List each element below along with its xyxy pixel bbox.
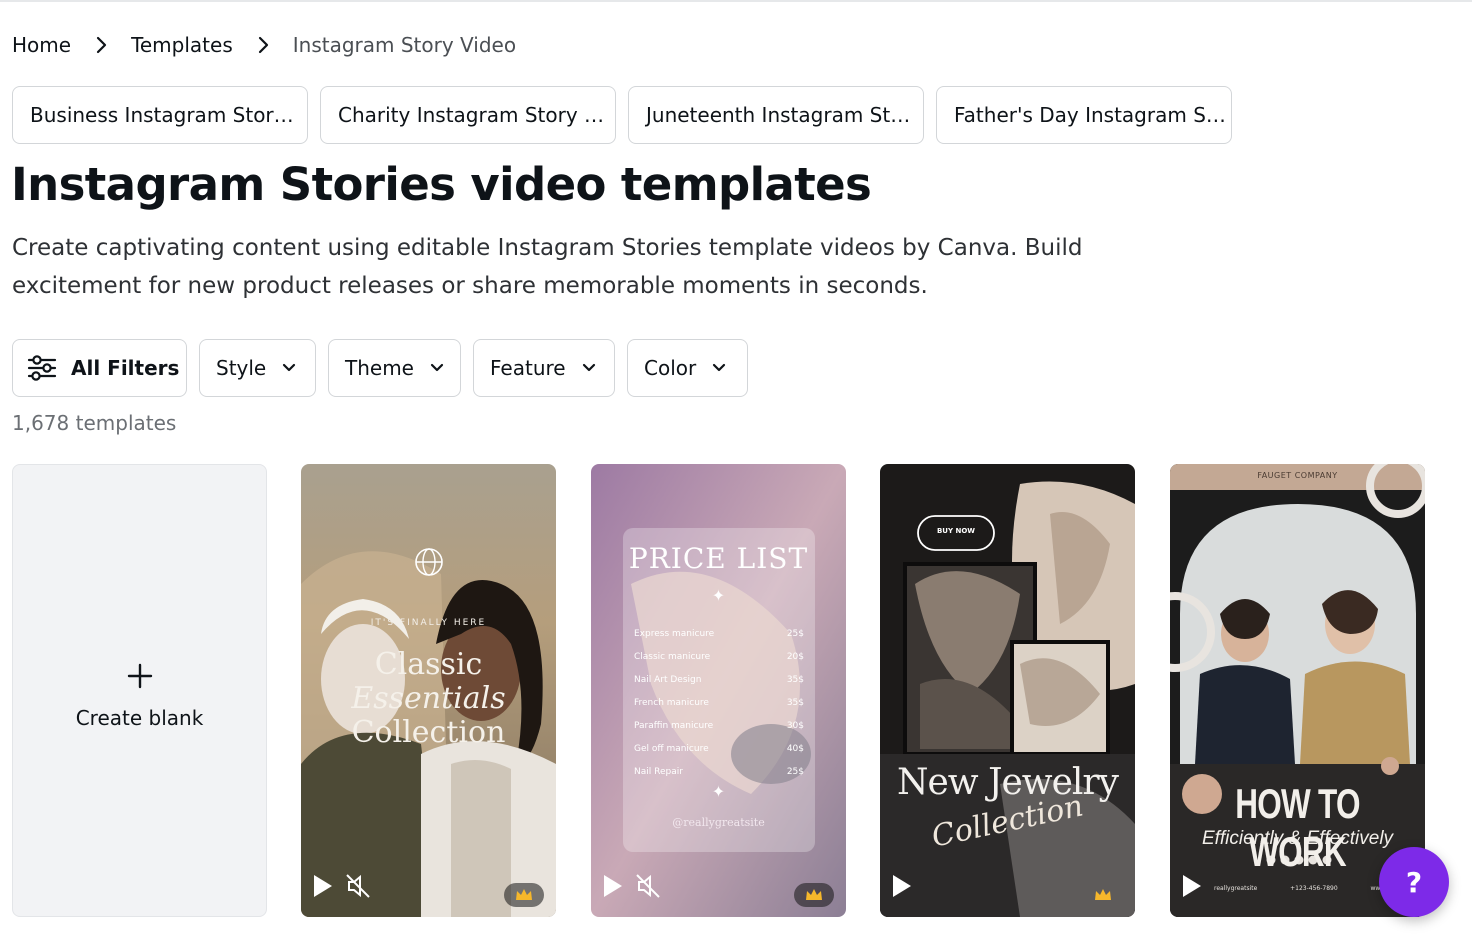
help-button[interactable]: ? — [1379, 847, 1449, 917]
price-list-row: Nail Repair 25$ — [634, 760, 804, 783]
template-heading: PRICE LIST — [628, 542, 809, 575]
footer-phone: +123-456-7890 — [1290, 885, 1338, 892]
price-item-name: Nail Repair — [634, 766, 683, 777]
chevron-right-icon — [233, 36, 293, 54]
price-list-row: Paraffin manicure 30$ — [634, 714, 804, 737]
footer-website: reallygreatsite — [1214, 885, 1258, 892]
chevron-down-icon — [712, 363, 726, 373]
mute-icon[interactable] — [635, 873, 661, 903]
play-icon[interactable] — [601, 873, 625, 903]
price-item-name: Paraffin manicure — [634, 720, 714, 731]
create-blank-label: Create blank — [75, 705, 204, 730]
price-list-row: Gel off manicure 40$ — [634, 737, 804, 760]
premium-crown-icon — [504, 883, 544, 907]
sparkle-icon: ✦ — [711, 782, 726, 801]
play-icon[interactable] — [890, 873, 914, 903]
breadcrumb-templates[interactable]: Templates — [131, 33, 233, 57]
price-item-name: French manicure — [634, 697, 709, 708]
related-chip[interactable]: Charity Instagram Story … — [320, 86, 616, 144]
price-item-name: Gel off manicure — [634, 743, 709, 754]
style-dropdown-label: Style — [216, 356, 267, 380]
theme-dropdown-label: Theme — [345, 356, 414, 380]
price-list-row: French manicure 35$ — [634, 691, 804, 714]
template-title-line: Essentials — [351, 681, 506, 716]
top-divider — [0, 0, 1472, 2]
price-item-price: 40$ — [786, 743, 804, 754]
price-item-name: Express manicure — [634, 628, 715, 639]
color-dropdown-label: Color — [644, 356, 697, 380]
template-company: FAUGET COMPANY — [1257, 471, 1338, 480]
page-title: Instagram Stories video templates — [11, 158, 872, 211]
template-title-line: Classic — [374, 647, 483, 682]
price-list: Express manicure 25$ Classic manicure 20$ Na… — [634, 622, 804, 783]
color-dropdown[interactable]: Color — [627, 339, 748, 397]
template-handle: @reallygreatsite — [672, 816, 765, 829]
related-chip[interactable]: Juneteenth Instagram St… — [628, 86, 924, 144]
template-title-line: Collection — [351, 715, 506, 750]
mute-icon[interactable] — [345, 873, 371, 903]
related-searches: Business Instagram Stor… Charity Instagr… — [12, 86, 1232, 144]
premium-crown-icon — [1083, 883, 1123, 907]
theme-dropdown[interactable]: Theme — [328, 339, 461, 397]
sparkle-icon: ✦ — [711, 586, 726, 605]
sliders-icon — [27, 355, 57, 381]
price-item-price: 20$ — [786, 651, 804, 662]
feature-dropdown[interactable]: Feature — [473, 339, 615, 397]
style-dropdown[interactable]: Style — [199, 339, 316, 397]
price-item-price: 30$ — [786, 720, 804, 731]
price-item-price: 35$ — [786, 697, 804, 708]
template-card[interactable]: FAUGET COMPANY HOW TO WORK Efficiently &… — [1170, 464, 1425, 917]
chevron-down-icon — [430, 363, 444, 373]
template-title: Classic Essentials Collection — [301, 648, 556, 750]
buy-now-label: BUY NOW — [936, 527, 976, 535]
template-kicker: IT'S FINALLY HERE — [370, 618, 487, 628]
template-card[interactable]: PRICE LIST ✦ Express manicure 25$ Classic … — [591, 464, 846, 917]
template-subtitle: Efficiently & Effectively — [1201, 828, 1394, 849]
price-item-price: 25$ — [786, 628, 804, 639]
chevron-down-icon — [582, 363, 596, 373]
price-item-name: Nail Art Design — [634, 674, 702, 685]
filter-bar: All Filters Style Theme Feature Color — [12, 339, 748, 397]
all-filters-label: All Filters — [71, 356, 180, 380]
chevron-right-icon — [71, 36, 131, 54]
price-list-row: Nail Art Design 35$ — [634, 668, 804, 691]
breadcrumb-home[interactable]: Home — [12, 33, 71, 57]
related-chip[interactable]: Business Instagram Stor… — [12, 86, 308, 144]
price-list-row: Classic manicure 20$ — [634, 645, 804, 668]
price-item-price: 35$ — [786, 674, 804, 685]
feature-dropdown-label: Feature — [490, 356, 566, 380]
results-count: 1,678 templates — [12, 411, 177, 435]
price-item-name: Classic manicure — [634, 651, 711, 662]
premium-crown-icon — [794, 883, 834, 907]
template-card[interactable]: IT'S FINALLY HERE Classic Essentials Col… — [301, 464, 556, 917]
breadcrumb: Home Templates Instagram Story Video — [12, 30, 516, 60]
play-icon[interactable] — [1180, 873, 1204, 903]
all-filters-button[interactable]: All Filters — [12, 339, 187, 397]
page-description: Create captivating content using editabl… — [12, 235, 1083, 299]
breadcrumb-current: Instagram Story Video — [292, 33, 517, 57]
chevron-down-icon — [282, 363, 296, 373]
related-chip[interactable]: Father's Day Instagram S… — [936, 86, 1232, 144]
price-list-row: Express manicure 25$ — [634, 622, 804, 645]
create-blank-card[interactable]: Create blank — [12, 464, 267, 917]
play-icon[interactable] — [311, 873, 335, 903]
price-item-price: 25$ — [786, 766, 804, 777]
template-card[interactable]: BUY NOW New Jewelry Collection — [880, 464, 1135, 917]
plus-icon — [127, 656, 153, 696]
globe-icon — [413, 546, 445, 582]
